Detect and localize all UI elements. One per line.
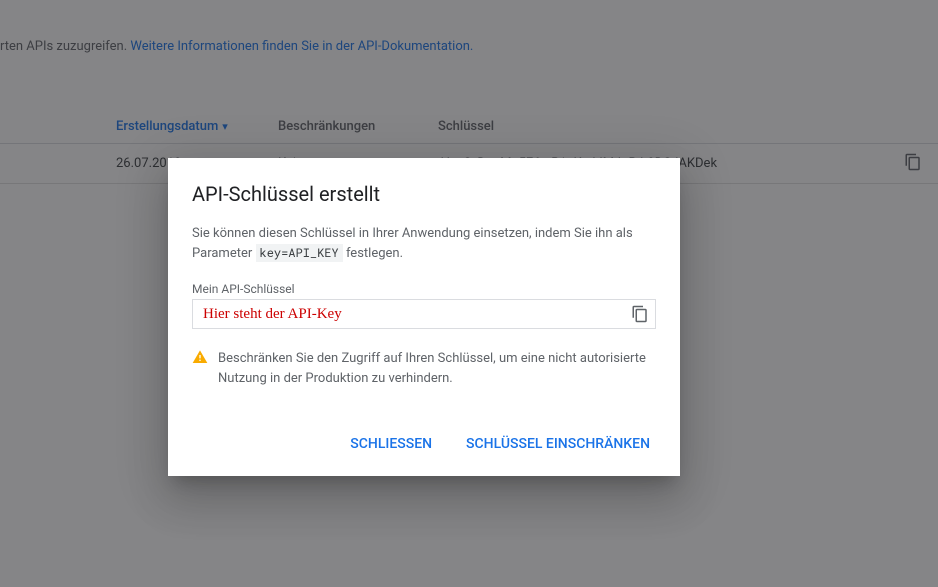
dialog-title: API-Schlüssel erstellt	[192, 182, 656, 206]
warning-note: Beschränken Sie den Zugriff auf Ihren Sc…	[192, 349, 656, 388]
api-key-created-dialog: API-Schlüssel erstellt Sie können diesen…	[168, 158, 680, 476]
dialog-body-after: festlegen.	[343, 246, 403, 261]
warning-icon	[192, 349, 208, 388]
key-field-label: Mein API-Schlüssel	[192, 282, 656, 296]
key-box: Hier steht der API-Key	[192, 299, 656, 329]
dialog-body-code: key=API_KEY	[256, 244, 343, 262]
close-button[interactable]: SCHLIESSEN	[344, 428, 438, 460]
api-key-value: Hier steht der API-Key	[203, 306, 342, 323]
dialog-body: Sie können diesen Schlüssel in Ihrer Anw…	[192, 224, 656, 264]
copy-key-button[interactable]	[625, 305, 655, 323]
warning-text: Beschränken Sie den Zugriff auf Ihren Sc…	[218, 349, 656, 388]
restrict-key-button[interactable]: SCHLÜSSEL EINSCHRÄNKEN	[460, 428, 656, 460]
dialog-actions: SCHLIESSEN SCHLÜSSEL EINSCHRÄNKEN	[192, 428, 656, 460]
